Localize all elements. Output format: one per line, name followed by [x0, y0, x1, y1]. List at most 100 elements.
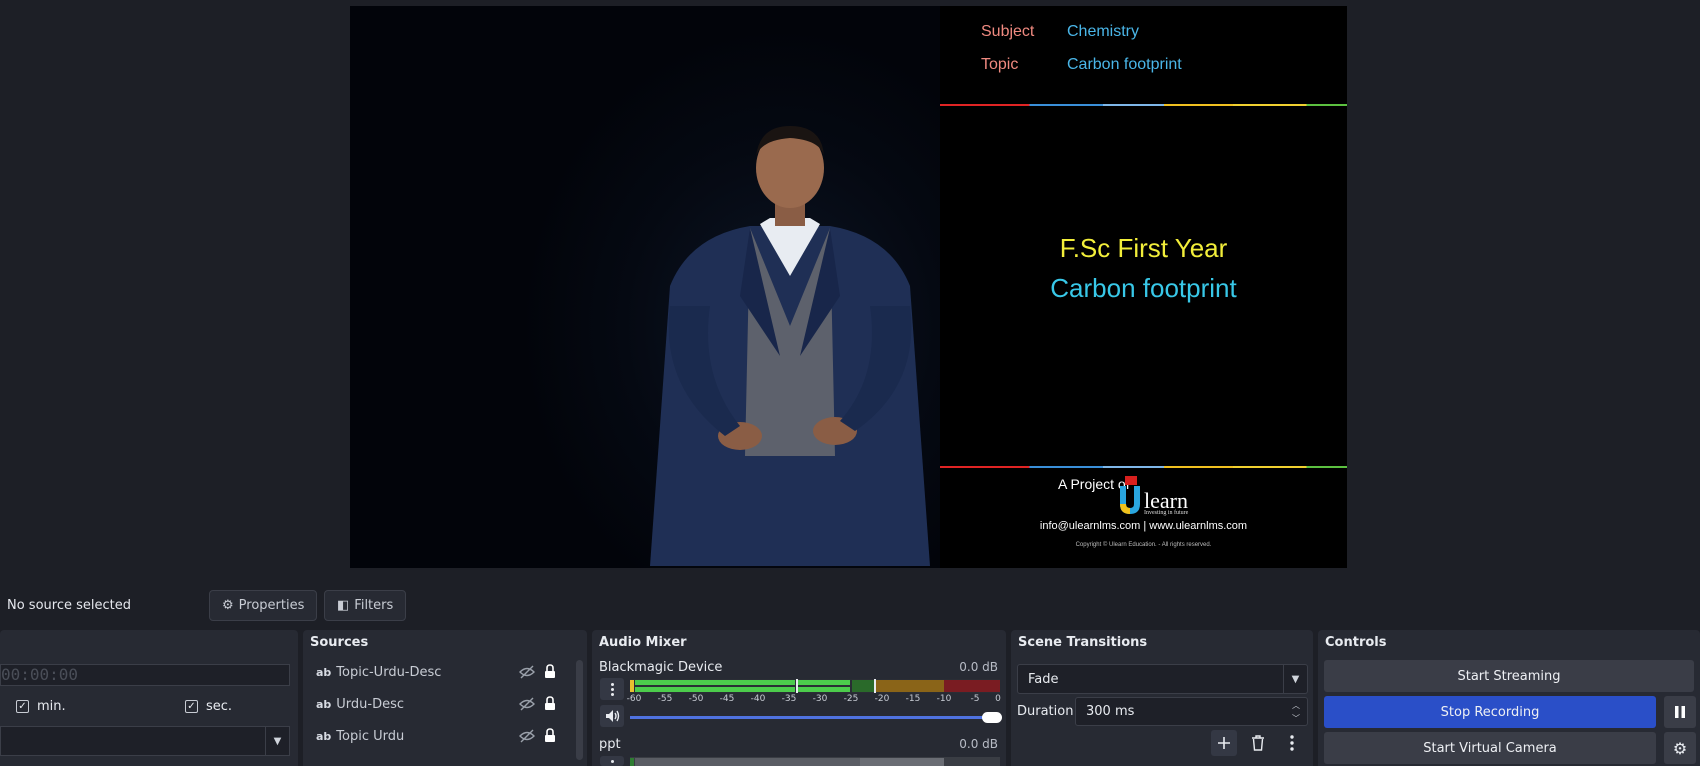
hidden-eye-icon[interactable] — [519, 697, 535, 711]
timer-mode-select[interactable]: ▼ — [0, 726, 290, 756]
subject-label: Subject — [981, 23, 1035, 40]
preview-area: Subject Chemistry Topic Carbon footprint… — [0, 0, 1700, 577]
lock-icon[interactable] — [544, 664, 556, 679]
start-virtual-camera-button[interactable]: Start Virtual Camera — [1324, 732, 1656, 764]
transition-menu-button[interactable] — [1279, 730, 1305, 756]
source-label: Topic Urdu — [336, 728, 405, 744]
slide-overlay: Subject Chemistry Topic Carbon footprint… — [940, 6, 1347, 568]
text-source-icon: ab — [316, 697, 332, 711]
min-label: min. — [37, 699, 66, 714]
duration-label: Duration — [1017, 704, 1074, 719]
filters-label: Filters — [354, 598, 394, 613]
logo-tagline: Investing in future — [1144, 510, 1189, 516]
gear-icon: ⚙ — [1672, 738, 1688, 758]
source-toolbar: No source selected ⚙ Properties ◧ Filter… — [0, 587, 1700, 623]
slide-title-line2: Carbon footprint — [1050, 273, 1237, 303]
tick-label: -50 — [688, 694, 704, 704]
sources-list: ab Topic-Urdu-Desc ab Urdu-Desc ab Topic… — [308, 656, 570, 752]
program-preview-canvas[interactable]: Subject Chemistry Topic Carbon footprint… — [350, 6, 1347, 568]
gear-icon: ⚙ — [222, 598, 234, 613]
trash-icon — [1252, 735, 1264, 751]
mute-button[interactable] — [600, 705, 624, 727]
sec-checkbox[interactable]: ✓ — [185, 700, 198, 713]
presenter-figure — [650, 126, 930, 566]
audio-mixer-dock: Audio Mixer Blackmagic Device 0.0 dB -60… — [592, 630, 1006, 766]
list-item[interactable]: ab Topic Urdu — [308, 720, 570, 752]
volume-meter — [630, 757, 1000, 766]
plus-icon — [1218, 737, 1230, 749]
list-item[interactable]: ab Urdu-Desc — [308, 688, 570, 720]
filters-button[interactable]: ◧ Filters — [324, 590, 406, 621]
timer-display[interactable]: 00:00:00 — [0, 664, 290, 686]
tick-label: -30 — [812, 694, 828, 704]
properties-label: Properties — [238, 598, 305, 613]
text-source-icon: ab — [316, 665, 332, 679]
scene-transitions-dock: Scene Transitions Fade ▼ Duration 300 ms… — [1011, 630, 1313, 766]
sources-title: Sources — [310, 635, 369, 650]
list-item[interactable]: ab Topic-Urdu-Desc — [308, 656, 570, 688]
chevron-down-icon: ▼ — [1283, 665, 1307, 693]
channel-menu-button[interactable] — [600, 756, 624, 766]
divider-top — [940, 104, 1347, 106]
tick-label: -45 — [719, 694, 735, 704]
filter-icon: ◧ — [337, 598, 350, 613]
topic-value: Carbon footprint — [1067, 56, 1182, 73]
tick-label: -15 — [905, 694, 921, 704]
volume-meter — [630, 679, 1000, 693]
volume-slider[interactable] — [630, 716, 992, 719]
start-streaming-button[interactable]: Start Streaming — [1324, 660, 1694, 692]
timer-dock: 00:00:00 ✓ min. ✓ sec. ▼ — [0, 630, 298, 766]
copyright-line: Copyright © Ulearn Education. - All righ… — [1075, 542, 1212, 548]
chevron-down-icon: ▼ — [265, 727, 289, 755]
ulearn-logo-icon — [1120, 476, 1140, 514]
no-source-label: No source selected — [7, 598, 131, 613]
topic-label: Topic — [981, 56, 1019, 73]
hidden-eye-icon[interactable] — [519, 729, 535, 743]
channel-name: ppt — [599, 737, 621, 752]
scene-transitions-title: Scene Transitions — [1018, 635, 1148, 650]
sec-label: sec. — [206, 699, 233, 714]
lock-icon[interactable] — [544, 728, 556, 743]
sources-scrollbar[interactable] — [576, 660, 583, 760]
min-checkbox[interactable]: ✓ — [16, 700, 29, 713]
controls-dock: Controls Start Streaming Stop Recording … — [1318, 630, 1700, 766]
stop-recording-button[interactable]: Stop Recording — [1324, 696, 1656, 728]
channel-db: 0.0 dB — [959, 660, 998, 674]
transition-select[interactable]: Fade ▼ — [1017, 664, 1308, 694]
properties-button[interactable]: ⚙ Properties — [209, 590, 317, 621]
tick-label: -40 — [750, 694, 766, 704]
tick-label: -5 — [970, 694, 980, 704]
add-transition-button[interactable] — [1211, 730, 1237, 756]
channel-db: 0.0 dB — [959, 737, 998, 751]
tick-label: -10 — [936, 694, 952, 704]
tick-label: -25 — [843, 694, 859, 704]
volume-slider-handle[interactable] — [982, 712, 1002, 723]
remove-transition-button[interactable] — [1245, 730, 1271, 756]
audio-mixer-title: Audio Mixer — [599, 635, 687, 650]
tick-label: 0 — [995, 694, 1001, 704]
channel-menu-button[interactable] — [600, 678, 624, 700]
divider-bottom — [940, 466, 1347, 468]
transition-selected: Fade — [1028, 672, 1059, 687]
hidden-eye-icon[interactable] — [519, 665, 535, 679]
ulearn-logo: learn Investing in future — [1116, 474, 1206, 518]
source-label: Topic-Urdu-Desc — [336, 664, 442, 680]
more-vertical-icon — [1290, 735, 1294, 751]
virtual-camera-settings-button[interactable]: ⚙ — [1664, 732, 1696, 764]
lock-icon[interactable] — [544, 696, 556, 711]
chevron-up-icon[interactable]: ︿ — [1285, 699, 1307, 712]
chevron-down-icon[interactable]: ﹀ — [1285, 712, 1307, 725]
pause-icon — [1675, 706, 1685, 718]
source-label: Urdu-Desc — [336, 696, 405, 712]
tick-label: -20 — [874, 694, 890, 704]
contact-line: info@ulearnlms.com | www.ulearnlms.com — [1039, 520, 1248, 532]
sources-dock: Sources ab Topic-Urdu-Desc ab Urdu-Desc — [303, 630, 587, 766]
subject-value: Chemistry — [1067, 23, 1140, 40]
slide-title-line1: F.Sc First Year — [1059, 233, 1228, 263]
controls-title: Controls — [1325, 635, 1387, 650]
tick-label: -35 — [781, 694, 797, 704]
pause-recording-button[interactable] — [1664, 696, 1696, 728]
duration-field[interactable]: 300 ms ︿ ﹀ — [1075, 697, 1308, 726]
text-source-icon: ab — [316, 729, 332, 743]
meter-scale: -60 -55 -50 -45 -40 -35 -30 -25 -20 -15 … — [627, 694, 1004, 706]
